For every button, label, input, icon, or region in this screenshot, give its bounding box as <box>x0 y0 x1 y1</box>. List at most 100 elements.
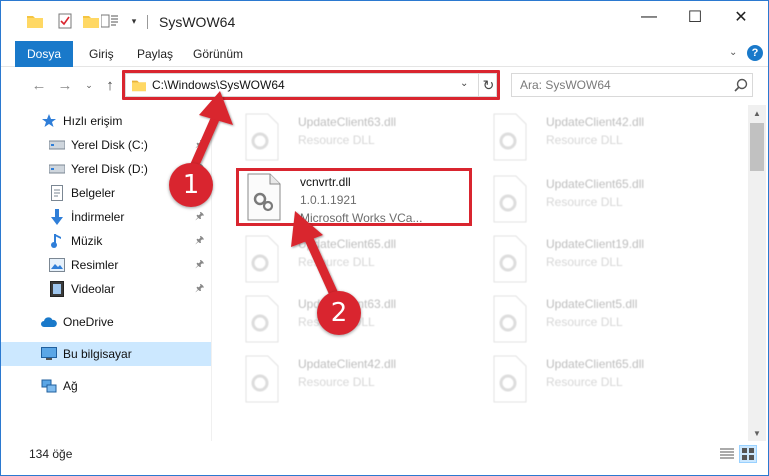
sidebar-item-label: Müzik <box>71 234 103 248</box>
file-tile[interactable]: UpdateClient19.dll Resource DLL <box>484 231 724 291</box>
file-tile[interactable]: UpdateClient5.dll Resource DLL <box>484 291 724 351</box>
file-tile[interactable]: UpdateClient65.dll Resource DLL <box>484 171 724 231</box>
file-name: UpdateClient5.dll <box>546 297 638 311</box>
sidebar-item-this-pc[interactable]: Bu bilgisayar <box>1 342 211 366</box>
pictures-icon <box>49 257 65 273</box>
file-description: Microsoft Works VCa... <box>300 211 423 225</box>
pin-icon[interactable]: 🖈 <box>195 257 204 274</box>
vertical-scrollbar[interactable]: ▲ ▼ <box>748 105 766 441</box>
address-dropdown-icon[interactable]: ⌄ <box>460 78 468 89</box>
file-name: UpdateClient42.dll <box>546 115 645 129</box>
file-type: Resource DLL <box>546 195 623 209</box>
search-input[interactable]: Ara: SysWOW64 <box>511 73 753 97</box>
tab-share[interactable]: Paylaş <box>137 41 173 67</box>
step-2-badge: 2 <box>317 291 361 335</box>
ribbon-tabs: Dosya Giriş Paylaş Görünüm ⌄ ? <box>1 41 768 67</box>
scroll-down-icon[interactable]: ▼ <box>748 425 766 441</box>
forward-button[interactable]: → <box>55 76 75 94</box>
address-bar[interactable]: C:\Windows\SysWOW64 ⌄ ↻ <box>125 73 497 97</box>
up-button[interactable]: ↑ <box>101 76 119 94</box>
pin-icon[interactable]: 🖈 <box>195 233 204 250</box>
scroll-thumb[interactable] <box>750 123 764 171</box>
maximize-button[interactable]: ☐ <box>672 1 718 33</box>
dll-file-icon <box>242 235 282 283</box>
file-tile[interactable]: UpdateClient65.dll Resource DLL <box>484 351 724 411</box>
expand-ribbon-icon[interactable]: ⌄ <box>729 47 737 58</box>
tab-file[interactable]: Dosya <box>15 41 73 67</box>
refresh-button[interactable]: ↻ <box>478 74 498 96</box>
file-type: Resource DLL <box>546 315 623 329</box>
file-type: Resource DLL <box>546 255 623 269</box>
properties-icon[interactable] <box>101 11 119 31</box>
recent-locations-button[interactable]: ⌄ <box>83 76 95 94</box>
file-tile[interactable]: UpdateClient42.dll Resource DLL <box>236 351 476 411</box>
documents-icon <box>49 185 65 201</box>
sidebar-item-label: Resimler <box>71 258 119 272</box>
pin-icon[interactable]: 🖈 <box>195 209 204 226</box>
network-icon <box>41 378 57 394</box>
details-view-icon[interactable] <box>719 447 735 461</box>
properties-check-icon[interactable] <box>57 11 73 31</box>
close-button[interactable]: ✕ <box>718 1 764 33</box>
tab-view[interactable]: Görünüm <box>193 41 243 67</box>
sidebar-item-network[interactable]: Ağ <box>1 374 211 398</box>
sidebar-item-quick-access[interactable]: Hızlı erişim <box>1 109 211 133</box>
file-tile[interactable]: UpdateClient42.dll Resource DLL <box>484 109 724 169</box>
help-icon[interactable]: ? <box>747 45 763 61</box>
drive-icon <box>49 137 65 153</box>
dll-file-icon <box>242 355 282 403</box>
dll-file-icon <box>242 113 282 161</box>
pin-icon[interactable]: 🖈 <box>195 137 204 154</box>
explorer-window: ▾ SysWOW64 — ☐ ✕ Dosya Giriş Paylaş Görü… <box>0 0 769 476</box>
computer-icon <box>41 346 57 362</box>
dll-file-icon <box>244 173 284 221</box>
file-type: Resource DLL <box>546 133 623 147</box>
file-type: Resource DLL <box>298 255 375 269</box>
sidebar-item-onedrive[interactable]: OneDrive <box>1 310 211 334</box>
sidebar-item-pictures[interactable]: Resimler 🖈 <box>1 253 211 277</box>
sidebar-item-label: Videolar <box>71 282 115 296</box>
sidebar-item-label: Bu bilgisayar <box>63 347 132 361</box>
sidebar-item-downloads[interactable]: İndirmeler 🖈 <box>1 205 211 229</box>
file-type: Resource DLL <box>546 375 623 389</box>
dll-file-icon <box>490 355 530 403</box>
title-bar: ▾ SysWOW64 — ☐ ✕ <box>1 1 768 41</box>
large-icons-view-icon[interactable] <box>739 445 757 463</box>
file-name: UpdateClient63.dll <box>298 115 397 129</box>
file-tile[interactable]: UpdateClient65.dll Resource DLL <box>236 231 476 291</box>
file-name: vcnvrtr.dll <box>300 175 351 189</box>
sidebar-item-label: İndirmeler <box>71 210 125 224</box>
new-folder-icon[interactable] <box>83 11 99 31</box>
tab-home[interactable]: Giriş <box>89 41 114 67</box>
address-row: ← → ⌄ ↑ C:\Windows\SysWOW64 ⌄ ↻ Ara: Sys… <box>1 67 768 105</box>
status-bar: 134 öğe <box>1 441 768 475</box>
target-dll-file[interactable]: vcnvrtr.dll 1.0.1.1921 Microsoft Works V… <box>238 169 478 229</box>
file-tile[interactable]: UpdateClient63.dll Resource DLL <box>236 109 476 169</box>
file-name: UpdateClient42.dll <box>298 357 397 371</box>
minimize-button[interactable]: — <box>626 1 672 33</box>
scroll-up-icon[interactable]: ▲ <box>748 105 766 121</box>
window-title: SysWOW64 <box>159 14 236 30</box>
folder-icon[interactable] <box>27 11 43 31</box>
back-button[interactable]: ← <box>29 76 49 94</box>
sidebar-item-label: Ağ <box>63 379 78 393</box>
sidebar-item-label: Yerel Disk (D:) <box>71 162 148 176</box>
cloud-icon <box>41 314 57 330</box>
dll-file-icon <box>490 175 530 223</box>
file-type: Resource DLL <box>298 375 375 389</box>
pin-icon[interactable]: 🖈 <box>195 281 204 298</box>
file-name: UpdateClient19.dll <box>546 237 645 251</box>
sidebar-item-music[interactable]: Müzik 🖈 <box>1 229 211 253</box>
address-path[interactable]: C:\Windows\SysWOW64 <box>152 78 285 92</box>
title-separator <box>147 15 148 29</box>
sidebar-item-label: Hızlı erişim <box>63 114 123 128</box>
folder-icon <box>132 78 146 92</box>
sidebar-item-videos[interactable]: Videolar 🖈 <box>1 277 211 301</box>
navigation-pane: Hızlı erişim Yerel Disk (C:) 🖈 Yerel Dis… <box>1 105 211 441</box>
file-name: UpdateClient65.dll <box>546 357 645 371</box>
customize-toolbar-dropdown[interactable]: ▾ <box>129 11 139 31</box>
star-icon <box>41 113 57 129</box>
search-icon[interactable] <box>734 78 748 92</box>
item-count: 134 öğe <box>29 447 73 461</box>
sidebar-item-drive-c[interactable]: Yerel Disk (C:) 🖈 <box>1 133 211 157</box>
